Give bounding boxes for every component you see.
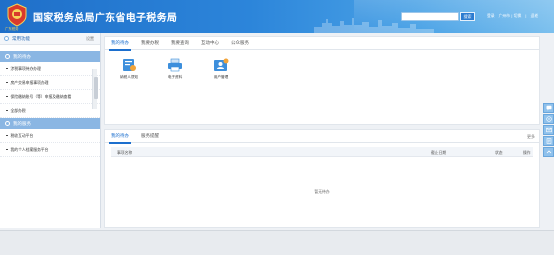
region-switch-link[interactable]: 广州市 | 切换 — [499, 13, 522, 19]
service-icon — [5, 121, 10, 126]
tile-e-docs[interactable]: 电子资料 — [161, 58, 189, 80]
main-tabbar: 我的待办 我要办税 我要查询 互动中心 公众服务 — [105, 37, 539, 51]
tab-public-service[interactable]: 公众服务 — [231, 37, 249, 50]
function-tiles: 纳税人须知 电子资料 用户管理 — [105, 50, 539, 80]
tile-label: 电子资料 — [167, 75, 183, 79]
common-functions-header: 常用功能 设置 — [0, 33, 100, 45]
todo-tabbar: 我的待办 服务提醒 — [105, 130, 539, 144]
up-icon[interactable] — [543, 147, 554, 157]
sidebar-item[interactable]: 保险缴纳账号（等）申报及缴纳查看 — [0, 90, 100, 104]
bullet-icon — [6, 109, 8, 112]
col-status: 状态 — [495, 149, 503, 155]
sidebar-item[interactable]: 房产交易申报事项办理 — [0, 76, 100, 90]
elderly-mode-link[interactable]: 适老 — [531, 13, 539, 19]
sidebar-item[interactable]: 全部办税 — [0, 104, 100, 118]
sidebar-scrollbar[interactable] — [92, 69, 98, 109]
todo-more-link[interactable]: 更多 — [527, 134, 535, 140]
tab-query[interactable]: 我要查询 — [171, 37, 189, 50]
site-title: 国家税务总局广东省电子税务局 — [33, 13, 178, 24]
search-button[interactable]: 搜索 — [460, 12, 475, 21]
common-functions-settings[interactable]: 设置 — [86, 36, 94, 42]
common-functions-label: 常用功能 — [12, 36, 30, 42]
top-banner: 广东税务 国家税务总局广东省电子税务局 搜索 登录 广州市 | 切换 | 适老 — [0, 0, 554, 33]
col-deadline: 截止日期 — [431, 149, 447, 155]
todo-icon — [5, 54, 10, 59]
bullet-icon — [6, 148, 8, 151]
sidebar-section-todo[interactable]: 我的待办 — [0, 51, 100, 62]
notice-icon — [123, 59, 136, 71]
col-action: 操作 — [523, 149, 531, 155]
floating-toolbar — [543, 103, 554, 157]
col-name: 事项名称 — [117, 149, 133, 155]
sidebar-item-label: 全部办税 — [10, 107, 26, 113]
tile-notice[interactable]: 纳税人须知 — [115, 58, 143, 80]
sidebar: 常用功能 设置 我的待办 涉税事项待办办理 房产交易申报事项办理 保险缴纳账号（… — [0, 33, 101, 228]
bullet-icon — [6, 95, 8, 98]
form-icon[interactable] — [543, 136, 554, 146]
printer-icon — [168, 58, 182, 72]
sidebar-section-title: 我的服务 — [13, 121, 31, 127]
sidebar-item-label: 涉税事项待办办理 — [10, 65, 41, 71]
message-icon[interactable] — [543, 114, 554, 124]
sidebar-item-label: 保险缴纳账号（等）申报及缴纳查看 — [10, 93, 72, 99]
sidebar-item[interactable]: 我的个人档案服务平台 — [0, 143, 100, 157]
star-icon — [4, 36, 9, 41]
search-input[interactable] — [401, 12, 459, 21]
header-links: 登录 广州市 | 切换 | 适老 — [487, 13, 538, 19]
empty-state: 暂无待办 — [314, 189, 330, 194]
logo-caption: 广东税务 — [5, 27, 19, 31]
todo-table-header: 事项名称 截止日期 状态 操作 — [111, 147, 533, 157]
tile-label: 用户管理 — [213, 75, 229, 79]
tax-emblem-icon — [7, 3, 27, 27]
todo-panel: 我的待办 服务提醒 更多 事项名称 截止日期 状态 操作 暂无待办 — [104, 129, 540, 228]
sidebar-item-label: 我的个人档案服务平台 — [10, 146, 49, 152]
tab-reminders[interactable]: 服务提醒 — [141, 130, 159, 143]
sidebar-section-services[interactable]: 我的服务 — [0, 118, 100, 129]
tab-interaction[interactable]: 互动中心 — [201, 37, 219, 50]
sidebar-item-label: 房产交易申报事项办理 — [10, 79, 49, 85]
separator: | — [525, 13, 527, 18]
sidebar-section-title: 我的待办 — [13, 54, 31, 60]
tile-user-manage[interactable]: 用户管理 — [207, 58, 235, 80]
scrollbar-thumb[interactable] — [93, 77, 98, 99]
sidebar-item-label: 税收互动平台 — [10, 132, 34, 138]
chat-icon[interactable] — [543, 103, 554, 113]
login-link[interactable]: 登录 — [487, 13, 495, 19]
sidebar-item[interactable]: 税收互动平台 — [0, 129, 100, 143]
page-footer — [0, 230, 554, 255]
tab-do-tax[interactable]: 我要办税 — [141, 37, 159, 50]
user-manage-icon — [214, 58, 229, 71]
tab-my-todo[interactable]: 我的待办 — [109, 37, 131, 51]
bullet-icon — [6, 67, 8, 70]
tab-todo-list[interactable]: 我的待办 — [109, 130, 131, 144]
bullet-icon — [6, 81, 8, 84]
main-tab-panel: 我的待办 我要办税 我要查询 互动中心 公众服务 纳税人须知 电子资料 用户管理 — [104, 36, 540, 125]
tile-label: 纳税人须知 — [120, 75, 138, 79]
mail-icon[interactable] — [543, 125, 554, 135]
bullet-icon — [6, 134, 8, 137]
sidebar-item[interactable]: 涉税事项待办办理 — [0, 62, 100, 76]
